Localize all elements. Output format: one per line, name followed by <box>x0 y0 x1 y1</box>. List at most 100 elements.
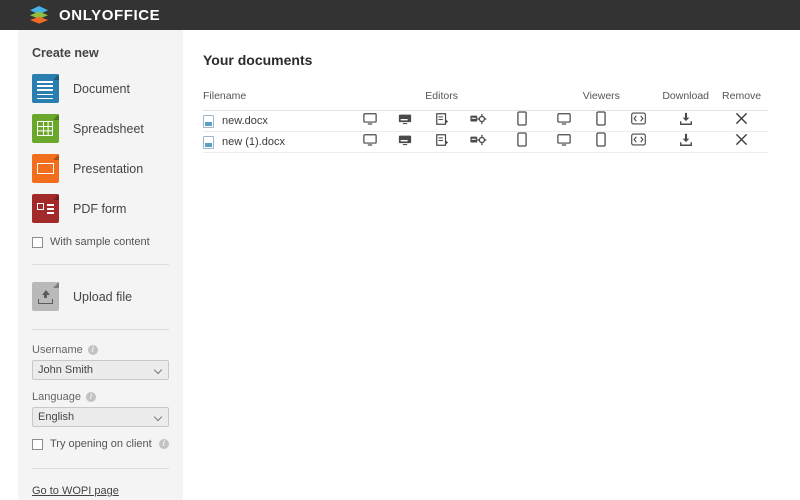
download-icon[interactable] <box>656 133 715 147</box>
code-embed-icon[interactable] <box>621 133 656 146</box>
embedded-icon[interactable] <box>387 133 422 147</box>
language-label: Language i <box>32 391 169 403</box>
viewer-embed-cell[interactable] <box>621 131 657 153</box>
left-rail <box>0 30 18 500</box>
desktop-icon[interactable] <box>353 112 388 126</box>
docx-file-icon <box>203 135 214 149</box>
create-document-item[interactable]: Document <box>32 74 169 103</box>
close-icon[interactable] <box>715 133 768 146</box>
close-icon[interactable] <box>715 112 768 125</box>
editor-customize-cell[interactable] <box>460 110 497 132</box>
create-item-label: PDF form <box>73 201 127 216</box>
viewer-mobile-cell[interactable] <box>581 131 622 153</box>
upload-file-button[interactable]: Upload file <box>32 282 169 311</box>
desktop-icon[interactable] <box>353 133 388 147</box>
mobile-icon[interactable] <box>496 132 546 147</box>
checkbox-box <box>32 438 43 450</box>
table-body: new.docx new (1).docx <box>203 110 768 153</box>
language-select[interactable]: English <box>32 407 169 427</box>
username-label: Username i <box>32 344 169 356</box>
code-embed-icon[interactable] <box>621 112 656 125</box>
username-value: John Smith <box>38 364 94 376</box>
wopi-page-link[interactable]: Go to WOPI page <box>32 485 119 497</box>
editor-mobile-cell[interactable] <box>496 131 547 153</box>
sample-content-checkbox[interactable]: With sample content <box>32 236 169 248</box>
editor-desktop-cell[interactable] <box>352 110 388 132</box>
main-content: Your documents Filename Editors Viewers … <box>183 30 800 500</box>
page-title: Your documents <box>203 52 313 68</box>
edit-form-icon[interactable] <box>422 112 461 126</box>
language-label-text: Language <box>32 391 81 403</box>
editor-embedded-cell[interactable] <box>387 131 423 153</box>
create-item-label: Document <box>73 81 130 96</box>
column-header-remove: Remove <box>715 90 768 111</box>
column-header-download: Download <box>656 90 716 111</box>
checkbox-label: With sample content <box>50 236 150 248</box>
editor-embedded-cell[interactable] <box>387 110 423 132</box>
sidebar: Create new Document Spreadsheet Presenta… <box>18 30 183 500</box>
editor-desktop-cell[interactable] <box>352 131 388 153</box>
column-header-editors: Editors <box>422 90 461 111</box>
table-header-row: Filename Editors Viewers Download Remove <box>203 90 768 111</box>
desktop-icon[interactable] <box>547 133 582 147</box>
presentation-icon <box>32 154 59 183</box>
create-item-label: Presentation <box>73 161 144 176</box>
username-label-text: Username <box>32 344 83 356</box>
username-select[interactable]: John Smith <box>32 360 169 380</box>
column-header-filename: Filename <box>203 90 353 111</box>
info-icon[interactable]: i <box>85 392 96 402</box>
info-icon[interactable]: i <box>87 345 98 355</box>
remove-cell[interactable] <box>715 131 768 153</box>
remove-cell[interactable] <box>715 110 768 132</box>
language-value: English <box>38 411 75 423</box>
docx-file-icon <box>203 114 214 128</box>
page-body: Create new Document Spreadsheet Presenta… <box>0 30 800 500</box>
customize-gear-icon[interactable] <box>461 112 497 126</box>
chevron-down-icon <box>153 365 163 375</box>
divider <box>32 468 169 469</box>
viewer-mobile-cell[interactable] <box>581 110 622 132</box>
upload-file-icon <box>32 282 59 311</box>
create-presentation-item[interactable]: Presentation <box>32 154 169 183</box>
upload-file-label: Upload file <box>73 289 133 304</box>
table-row: new (1).docx <box>203 131 768 153</box>
spreadsheet-icon <box>32 114 59 143</box>
table-row: new.docx <box>203 110 768 132</box>
try-opening-client-checkbox[interactable]: Try opening on client i <box>32 438 169 450</box>
download-icon[interactable] <box>656 112 715 126</box>
checkbox-label: Try opening on client <box>50 438 152 450</box>
info-icon[interactable]: i <box>158 439 169 449</box>
pdf-form-icon <box>32 194 59 223</box>
divider <box>32 329 169 330</box>
mobile-icon[interactable] <box>496 111 546 126</box>
customize-gear-icon[interactable] <box>461 133 497 147</box>
editor-form-cell[interactable] <box>422 110 461 132</box>
divider <box>32 264 169 265</box>
brand-name: ONLYOFFICE <box>59 6 161 24</box>
mobile-icon[interactable] <box>582 111 621 126</box>
chevron-down-icon <box>153 412 163 422</box>
mobile-icon[interactable] <box>582 132 621 147</box>
app-header: ONLYOFFICE <box>0 0 800 30</box>
create-pdf-form-item[interactable]: PDF form <box>32 194 169 223</box>
viewer-desktop-cell[interactable] <box>546 110 582 132</box>
onlyoffice-logo-icon <box>28 4 50 26</box>
edit-form-icon[interactable] <box>422 133 461 147</box>
editor-customize-cell[interactable] <box>460 131 497 153</box>
logo[interactable]: ONLYOFFICE <box>28 4 160 26</box>
embedded-icon[interactable] <box>387 112 422 126</box>
desktop-icon[interactable] <box>547 112 582 126</box>
viewer-embed-cell[interactable] <box>621 110 657 132</box>
filename-text: new.docx <box>222 115 268 127</box>
filename-cell: new (1).docx <box>203 131 353 153</box>
download-cell[interactable] <box>656 131 716 153</box>
column-header-viewers: Viewers <box>581 90 622 111</box>
viewer-desktop-cell[interactable] <box>546 131 582 153</box>
create-spreadsheet-item[interactable]: Spreadsheet <box>32 114 169 143</box>
create-new-title: Create new <box>32 46 99 60</box>
download-cell[interactable] <box>656 110 716 132</box>
document-icon <box>32 74 59 103</box>
editor-form-cell[interactable] <box>422 131 461 153</box>
filename-cell: new.docx <box>203 110 353 132</box>
editor-mobile-cell[interactable] <box>496 110 547 132</box>
